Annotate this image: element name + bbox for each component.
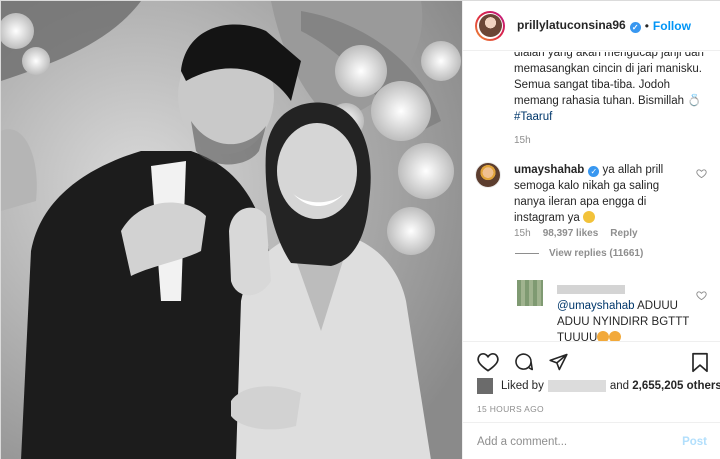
header-separator: •: [644, 18, 649, 33]
divider: [515, 253, 539, 254]
instagram-post-modal: prillylatuconsina96 ✓ • Follow dialah yan…: [0, 0, 720, 459]
mention-link[interactable]: @umayshahab: [557, 300, 635, 312]
hashtag-link[interactable]: #Taaruf: [514, 109, 714, 125]
add-comment-bar: Post: [463, 422, 720, 459]
action-icon-row: [477, 352, 569, 374]
author-avatar[interactable]: [475, 10, 505, 41]
comments-section[interactable]: dialah yang akan mengucap janji dan mema…: [463, 52, 720, 341]
view-replies-button[interactable]: View replies (11661): [515, 248, 643, 259]
reply-like-heart-icon[interactable]: [696, 290, 707, 301]
comment-like-heart-icon[interactable]: [696, 168, 707, 179]
replier-avatar[interactable]: [517, 280, 543, 306]
comment-meta: 15h 98,397 likes Reply: [514, 228, 638, 239]
caption-line: memang rahasia tuhan. Bismillah 💍: [514, 95, 702, 107]
heart-icon[interactable]: [477, 352, 499, 372]
post-timestamp[interactable]: 15 HOURS AGO: [477, 404, 544, 414]
verified-badge-icon: ✓: [588, 166, 600, 177]
comment-likes[interactable]: 98,397 likes: [543, 228, 599, 239]
post-side-panel: prillylatuconsina96 ✓ • Follow dialah yan…: [462, 1, 720, 459]
post-actions: Liked by and 2,655,205 others 15 HOURS A…: [463, 341, 720, 422]
post-photo[interactable]: [1, 1, 462, 459]
likes-count[interactable]: 2,655,205 others: [632, 380, 720, 392]
caption-line: memasangkan cincin di jari manisku.: [514, 63, 702, 75]
reply-button[interactable]: Reply: [610, 228, 637, 239]
post-comment-button[interactable]: Post: [682, 436, 707, 448]
follow-button[interactable]: Follow: [653, 19, 691, 33]
commenter-avatar[interactable]: [475, 162, 501, 188]
liker-avatar[interactable]: [477, 378, 493, 394]
comment-time[interactable]: 15h: [514, 228, 531, 239]
caption-time[interactable]: 15h: [514, 135, 531, 146]
comment-text: umayshahab ✓ ya allah prill semoga kalo n…: [514, 164, 664, 224]
engagement-photo: [1, 1, 462, 459]
reply-text: @umayshahab ADUUU ADUU NYINDIRR BGTTT TU…: [557, 282, 697, 341]
angry-emoji-icon: [597, 331, 610, 341]
share-icon[interactable]: [548, 352, 569, 372]
author-username[interactable]: prillylatuconsina96 ✓: [517, 18, 641, 33]
comment-input[interactable]: [477, 435, 667, 448]
angry-emoji-icon: [609, 331, 622, 341]
comment-icon[interactable]: [513, 352, 534, 372]
likes-summary: Liked by and 2,655,205 others: [477, 378, 720, 394]
verified-badge-icon: ✓: [629, 22, 641, 33]
emoji-icon: [583, 211, 596, 223]
commenter-username[interactable]: umayshahab: [514, 164, 584, 176]
post-caption: dialah yang akan mengucap janji dan mema…: [514, 52, 714, 125]
redacted-username: [557, 285, 625, 294]
caption-line: Semua sangat tiba-tiba. Jodoh: [514, 79, 670, 91]
caption-line: dialah yang akan mengucap janji dan: [514, 52, 704, 59]
post-header: prillylatuconsina96 ✓ • Follow: [463, 1, 720, 51]
redacted-liker: [547, 380, 606, 392]
bookmark-icon[interactable]: [691, 352, 709, 373]
